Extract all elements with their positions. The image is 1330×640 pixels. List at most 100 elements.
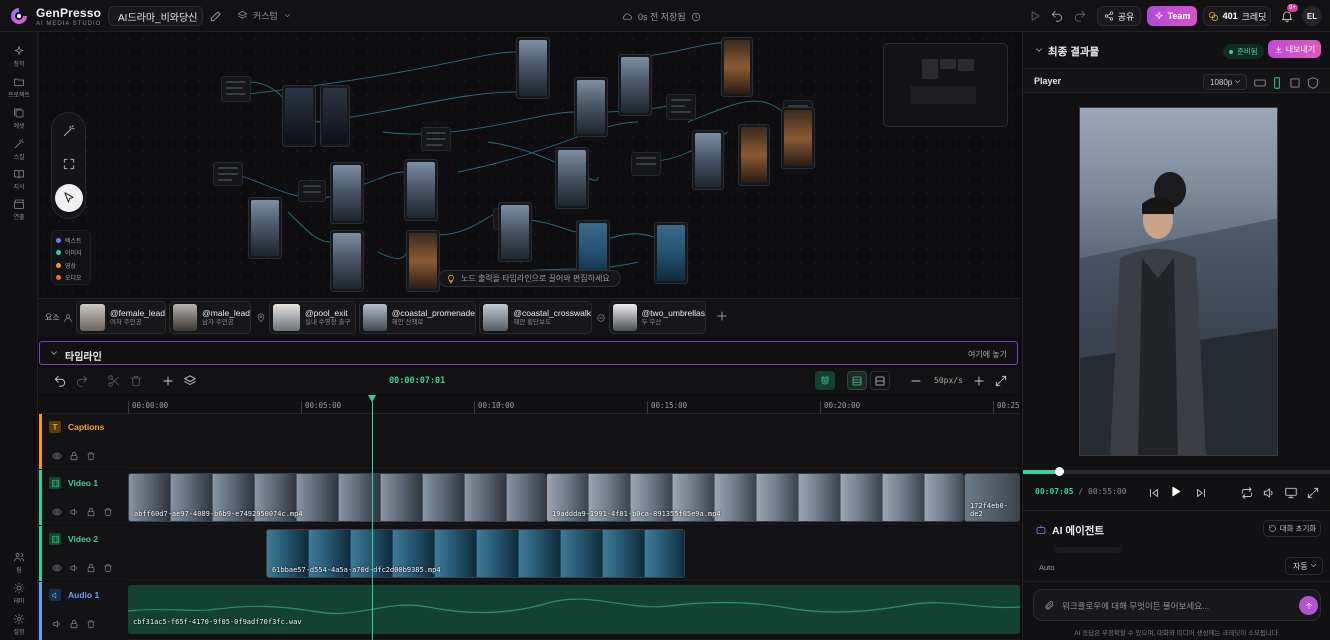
- scrubber-handle[interactable]: [1055, 467, 1065, 476]
- lock-icon[interactable]: [69, 451, 79, 461]
- agent-mode-select[interactable]: 자동: [1285, 557, 1323, 575]
- volume-icon[interactable]: [1262, 486, 1276, 500]
- skip-back-icon[interactable]: [1147, 486, 1161, 500]
- audio-clip[interactable]: cbf31ac5-f65f-4170-9f05-0f9adf70f3fc.wav: [128, 585, 1020, 634]
- zoom-in-icon[interactable]: [972, 374, 986, 388]
- expand-icon[interactable]: [994, 374, 1008, 388]
- trash-icon[interactable]: [86, 451, 96, 461]
- fit-view-icon[interactable]: [62, 157, 76, 171]
- sidebar-item-knowledge[interactable]: 지식: [0, 168, 38, 191]
- volume-icon[interactable]: [69, 507, 79, 517]
- volume-icon[interactable]: [52, 619, 62, 629]
- video-clip[interactable]: 61bbae57-d554-4a5a-a70d-dfc2d00b9385.mp4: [266, 529, 685, 578]
- portrait-ratio-icon[interactable]: [1270, 76, 1284, 90]
- edit-pencil-icon[interactable]: [209, 9, 223, 23]
- credits-button[interactable]: 401 크레딧: [1203, 6, 1271, 26]
- sidebar-item-assets[interactable]: 에셋: [0, 107, 38, 130]
- sidebar-item-directing[interactable]: 연출: [0, 198, 38, 221]
- workflow-canvas[interactable]: 텍스트 이미지 영상 오디오 노드 출력을 타임라인으로 끌어와 편집하세요: [38, 32, 1020, 298]
- text-node[interactable]: [221, 76, 251, 102]
- paperclip-icon[interactable]: [1044, 600, 1055, 611]
- video-clip[interactable]: 19addda9-1991-4f81-b0ca-891355f05e9a.mp4: [546, 473, 964, 522]
- image-node[interactable]: [654, 222, 688, 284]
- genpresso-logo-icon[interactable]: [9, 6, 29, 26]
- text-node[interactable]: [213, 162, 243, 186]
- canvas-minimap[interactable]: [883, 43, 1008, 127]
- sidebar-item-projects[interactable]: 프로젝트: [0, 76, 38, 99]
- image-node[interactable]: [406, 230, 440, 292]
- image-node[interactable]: [516, 37, 550, 99]
- monitor-icon[interactable]: [1284, 486, 1298, 500]
- undo-icon[interactable]: [53, 374, 67, 388]
- sidebar-item-create[interactable]: 창작: [0, 45, 38, 68]
- landscape-ratio-icon[interactable]: [1253, 76, 1267, 90]
- image-node[interactable]: [498, 202, 532, 262]
- trash-icon[interactable]: [103, 507, 113, 517]
- team-button[interactable]: Team: [1147, 6, 1197, 26]
- text-node[interactable]: [421, 127, 451, 151]
- track-captions[interactable]: T Captions: [39, 414, 1020, 469]
- track-view-expanded-button[interactable]: [847, 371, 867, 390]
- square-ratio-icon[interactable]: [1288, 76, 1302, 90]
- chevron-down-icon[interactable]: [1034, 45, 1044, 55]
- project-selector[interactable]: AI드라마_비와당신: [108, 6, 203, 26]
- image-node[interactable]: [574, 77, 608, 137]
- eye-icon[interactable]: [52, 507, 62, 517]
- image-node[interactable]: [618, 54, 652, 116]
- lock-icon[interactable]: [69, 619, 79, 629]
- text-node[interactable]: [631, 152, 661, 176]
- zoom-out-icon[interactable]: [909, 374, 923, 388]
- timeline-header[interactable]: 타임라인 여기에 놓기: [39, 341, 1018, 365]
- track-video-2[interactable]: Video 2 61bbae57-d554-4a5a-a70d-dfc2d00b…: [39, 526, 1020, 581]
- share-button[interactable]: 공유: [1097, 6, 1141, 26]
- redo-icon[interactable]: [1073, 9, 1087, 23]
- sidebar-item-settings[interactable]: 설정: [0, 613, 38, 636]
- chevron-down-icon[interactable]: [49, 348, 59, 358]
- volume-icon[interactable]: [69, 563, 79, 573]
- element-chip-male-lead[interactable]: @male_lead 남자 주인공: [169, 301, 251, 334]
- video-clip[interactable]: 172f4eb0-de2: [964, 473, 1020, 522]
- workflow-selector[interactable]: 커스텀: [237, 9, 292, 22]
- playhead[interactable]: [372, 396, 373, 640]
- sidebar-item-team[interactable]: 팀: [0, 551, 38, 574]
- playhead-handle[interactable]: [368, 395, 376, 402]
- element-chip-female-lead[interactable]: @female_lead 여자 주인공: [76, 301, 166, 334]
- element-chip-two-umbrellas[interactable]: @two_umbrellas 두 우산: [609, 301, 706, 334]
- history-icon[interactable]: [691, 12, 701, 22]
- reset-chat-button[interactable]: 대화 초기화: [1263, 520, 1321, 537]
- image-node[interactable]: [692, 130, 724, 190]
- text-node[interactable]: [298, 180, 326, 202]
- play-preview-icon[interactable]: [1028, 9, 1042, 23]
- track-audio-1[interactable]: Audio 1 cbf31ac5-f65f-4170-9f05-0f9adf70…: [39, 582, 1020, 640]
- sidebar-item-skills[interactable]: 스킬: [0, 138, 38, 161]
- sidebar-item-theme[interactable]: 테마: [0, 582, 38, 605]
- add-track-icon[interactable]: [161, 374, 175, 388]
- layers-icon[interactable]: [183, 374, 197, 388]
- eye-icon[interactable]: [52, 451, 62, 461]
- video-preview[interactable]: [1079, 107, 1278, 456]
- image-node[interactable]: [248, 197, 282, 259]
- image-node[interactable]: [404, 159, 438, 221]
- select-tool-button[interactable]: [55, 184, 83, 212]
- track-video-1[interactable]: Video 1 abff60d7-ae97-4089-b6b9-e7492950…: [39, 470, 1020, 525]
- send-button[interactable]: [1299, 596, 1318, 615]
- trash-icon[interactable]: [103, 563, 113, 573]
- export-button[interactable]: 내보내기: [1268, 40, 1321, 58]
- image-node[interactable]: [282, 85, 316, 147]
- trash-icon[interactable]: [129, 374, 143, 388]
- safe-area-icon[interactable]: [1306, 76, 1320, 90]
- redo-icon[interactable]: [75, 374, 89, 388]
- chat-input[interactable]: [1062, 598, 1282, 613]
- avatar[interactable]: EL: [1302, 6, 1322, 26]
- trash-icon[interactable]: [86, 619, 96, 629]
- image-node[interactable]: [320, 85, 350, 147]
- loop-icon[interactable]: [1240, 486, 1254, 500]
- skip-forward-icon[interactable]: [1194, 486, 1208, 500]
- playback-scrubber[interactable]: [1023, 467, 1330, 476]
- image-node[interactable]: [555, 147, 589, 209]
- add-element-icon[interactable]: [715, 309, 729, 323]
- undo-icon[interactable]: [1050, 9, 1064, 23]
- fullscreen-icon[interactable]: [1306, 486, 1320, 500]
- text-node[interactable]: [666, 94, 696, 120]
- image-node[interactable]: [738, 124, 770, 186]
